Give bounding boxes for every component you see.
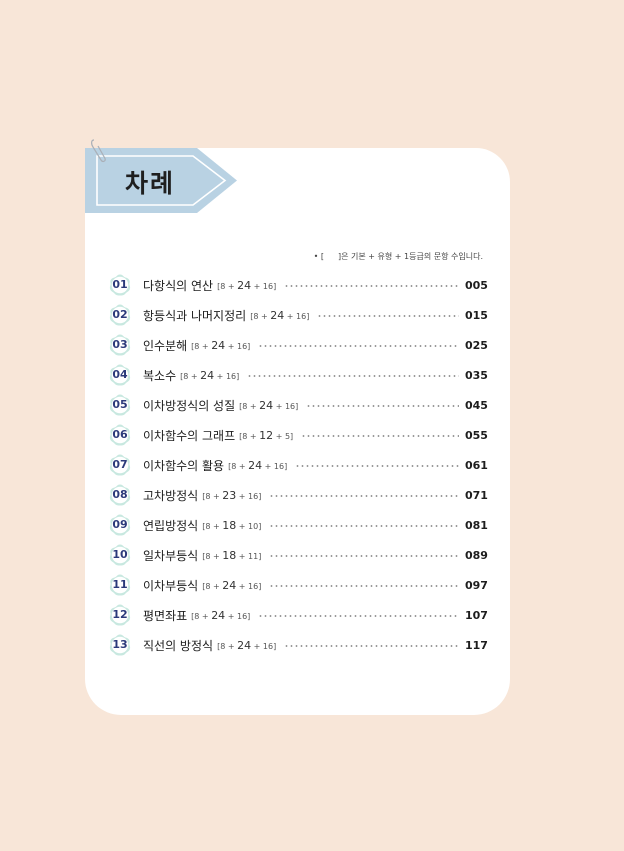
page-number: 025	[465, 338, 488, 352]
leader-dots	[258, 345, 459, 347]
chapter-title: 복소수	[143, 368, 177, 383]
leader-dots	[269, 585, 459, 587]
chapter-badge: 10	[108, 543, 132, 567]
page-number: 081	[465, 518, 488, 532]
chapter-title: 다항식의 연산	[143, 278, 214, 293]
chapter-number: 01	[112, 278, 128, 291]
toc-row[interactable]: 07 이차함수의 활용 [8 + 24 + 16] 061	[108, 450, 488, 480]
chapter-count: [8 + 24 + 16]	[191, 608, 251, 622]
toc-row[interactable]: 08 고차방정식 [8 + 23 + 16] 071	[108, 480, 488, 510]
toc-row[interactable]: 11 이차부등식 [8 + 24 + 16] 097	[108, 570, 488, 600]
page-number: 089	[465, 548, 488, 562]
toc-row[interactable]: 01 다항식의 연산 [8 + 24 + 16] 005	[108, 270, 488, 300]
chapter-title: 고차방정식	[143, 488, 199, 503]
toc-row[interactable]: 05 이차방정식의 성질 [8 + 24 + 16] 045	[108, 390, 488, 420]
chapter-number: 09	[112, 518, 128, 531]
toc-row[interactable]: 06 이차함수의 그래프 [8 + 12 + 5] 055	[108, 420, 488, 450]
leader-dots	[269, 525, 459, 527]
chapter-badge: 03	[108, 333, 132, 357]
page-number: 117	[465, 638, 488, 652]
toc-list: 01 다항식의 연산 [8 + 24 + 16] 005 02 항등식과 나머지…	[108, 270, 488, 660]
page-number: 107	[465, 608, 488, 622]
chapter-badge: 12	[108, 603, 132, 627]
chapter-number: 11	[112, 578, 128, 591]
page-number: 045	[465, 398, 488, 412]
chapter-count: [8 + 24 + 16]	[180, 368, 240, 382]
chapter-badge: 05	[108, 393, 132, 417]
chapter-number: 04	[112, 368, 128, 381]
page-title: 차례	[125, 169, 176, 198]
chapter-count: [8 + 18 + 10]	[202, 518, 262, 532]
chapter-number: 07	[112, 458, 128, 471]
chapter-count: [8 + 18 + 11]	[202, 548, 262, 562]
page-number: 035	[465, 368, 488, 382]
chapter-badge: 02	[108, 303, 132, 327]
chapter-title: 이차방정식의 성질	[143, 398, 236, 413]
page-number: 097	[465, 578, 488, 592]
chapter-count: [8 + 24 + 16]	[250, 308, 310, 322]
leader-dots	[258, 615, 459, 617]
toc-row[interactable]: 09 연립방정식 [8 + 18 + 10] 081	[108, 510, 488, 540]
leader-dots	[284, 645, 459, 647]
chapter-badge: 09	[108, 513, 132, 537]
chapter-number: 13	[112, 638, 128, 651]
chapter-title: 이차부등식	[143, 578, 199, 593]
toc-row[interactable]: 13 직선의 방정식 [8 + 24 + 16] 117	[108, 630, 488, 660]
chapter-count: [8 + 12 + 5]	[239, 428, 294, 442]
chapter-number: 05	[112, 398, 128, 411]
chapter-badge: 06	[108, 423, 132, 447]
chapter-badge: 04	[108, 363, 132, 387]
chapter-number: 08	[112, 488, 128, 501]
chapter-count: [8 + 24 + 16]	[217, 278, 277, 292]
chapter-count: [8 + 24 + 16]	[239, 398, 299, 412]
chapter-title: 평면좌표	[143, 608, 188, 623]
chapter-title: 연립방정식	[143, 518, 199, 533]
chapter-count: [8 + 23 + 16]	[202, 488, 262, 502]
page-number: 015	[465, 308, 488, 322]
paperclip-icon	[91, 139, 106, 163]
leader-dots	[301, 435, 459, 437]
page-number: 061	[465, 458, 488, 472]
chapter-number: 06	[112, 428, 128, 441]
chapter-title: 직선의 방정식	[143, 638, 214, 653]
chapter-badge: 07	[108, 453, 132, 477]
chapter-number: 10	[112, 548, 128, 561]
chapter-number: 02	[112, 308, 128, 321]
chapter-title: 항등식과 나머지정리	[143, 308, 247, 323]
toc-row[interactable]: 03 인수분해 [8 + 24 + 16] 025	[108, 330, 488, 360]
chapter-badge: 01	[108, 273, 132, 297]
toc-row[interactable]: 10 일차부등식 [8 + 18 + 11] 089	[108, 540, 488, 570]
chapter-count: [8 + 24 + 16]	[202, 578, 262, 592]
count-note: • []은 기본 + 유형 + 1등급의 문항 수입니다.	[313, 252, 483, 261]
leader-dots	[269, 555, 459, 557]
chapter-badge: 11	[108, 573, 132, 597]
chapter-title: 인수분해	[143, 338, 188, 353]
leader-dots	[269, 495, 459, 497]
leader-dots	[317, 315, 459, 317]
chapter-count: [8 + 24 + 16]	[191, 338, 251, 352]
leader-dots	[306, 405, 459, 407]
page-number: 071	[465, 488, 488, 502]
chapter-badge: 08	[108, 483, 132, 507]
leader-dots	[247, 375, 459, 377]
chapter-title: 이차함수의 활용	[143, 458, 225, 473]
chapter-title: 이차함수의 그래프	[143, 428, 236, 443]
toc-row[interactable]: 04 복소수 [8 + 24 + 16] 035	[108, 360, 488, 390]
page-number: 005	[465, 278, 488, 292]
toc-row[interactable]: 12 평면좌표 [8 + 24 + 16] 107	[108, 600, 488, 630]
leader-dots	[295, 465, 459, 467]
chapter-badge: 13	[108, 633, 132, 657]
chapter-count: [8 + 24 + 16]	[217, 638, 277, 652]
leader-dots	[284, 285, 459, 287]
chapter-number: 03	[112, 338, 128, 351]
chapter-count: [8 + 24 + 16]	[228, 458, 288, 472]
toc-row[interactable]: 02 항등식과 나머지정리 [8 + 24 + 16] 015	[108, 300, 488, 330]
chapter-number: 12	[112, 608, 128, 621]
chapter-title: 일차부등식	[143, 548, 199, 563]
page-number: 055	[465, 428, 488, 442]
